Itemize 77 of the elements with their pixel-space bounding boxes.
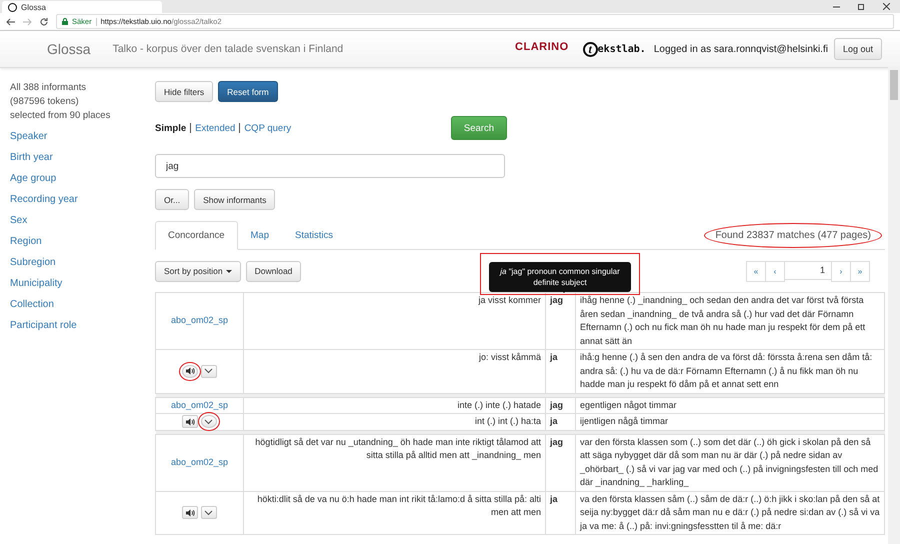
left-context: ja visst kommer bbox=[244, 292, 546, 350]
scrollbar-thumb[interactable] bbox=[890, 70, 898, 100]
speaker-icon bbox=[186, 508, 195, 517]
previous-page-button[interactable]: ‹ bbox=[765, 260, 785, 282]
sort-dropdown[interactable]: Sort by position bbox=[155, 260, 241, 282]
left-context: inte (.) inte (.) hatade bbox=[244, 397, 546, 414]
or-button[interactable]: Or... bbox=[155, 189, 190, 210]
reload-icon[interactable] bbox=[40, 18, 48, 26]
next-page-button[interactable]: › bbox=[831, 260, 851, 282]
right-context: va den första klassen såm (..) såm de dä:r (..) ö:h jikk i sko:lan på den så at seija ny:bygget dä:r då såm man nu e dä:r (.) på nedre si:dan av (.) så vi va ja va me: å (..) på: invi:gningsfesstten til å me: dä:r bbox=[576, 491, 884, 534]
search-button[interactable]: Search bbox=[450, 116, 507, 140]
right-context: ijentligen någå timmar bbox=[576, 414, 884, 430]
restore-icon[interactable] bbox=[858, 3, 865, 10]
expand-button[interactable] bbox=[200, 364, 217, 378]
download-button[interactable]: Download bbox=[246, 260, 302, 282]
expand-button[interactable] bbox=[200, 415, 217, 428]
page-number-field[interactable]: 1 bbox=[784, 260, 832, 280]
match-count: Found 23837 matches (477 pages) bbox=[704, 222, 882, 248]
filter-link[interactable]: Region bbox=[10, 231, 155, 252]
chevron-down-icon bbox=[204, 510, 214, 516]
filter-link[interactable]: Participant role bbox=[10, 315, 155, 336]
play-audio-button[interactable] bbox=[182, 506, 198, 520]
clarino-logo: CLARINO bbox=[515, 40, 569, 54]
play-audio-button[interactable] bbox=[182, 364, 198, 378]
show-informants-button[interactable]: Show informants bbox=[194, 189, 276, 210]
close-icon[interactable] bbox=[883, 3, 890, 10]
query-mode-link[interactable]: CQP query bbox=[244, 122, 292, 134]
filter-link[interactable]: Recording year bbox=[10, 189, 155, 210]
filter-link[interactable]: Collection bbox=[10, 294, 155, 315]
chevron-down-icon bbox=[204, 418, 214, 425]
play-audio-button[interactable] bbox=[182, 415, 198, 428]
speaker-icon bbox=[186, 367, 195, 376]
browser-tab-title[interactable]: Glossa bbox=[21, 2, 46, 12]
reset-form-button[interactable]: Reset form bbox=[218, 81, 278, 102]
keyword[interactable]: jag bbox=[546, 434, 576, 491]
recording-id-link[interactable]: abo_om02_sp bbox=[170, 315, 228, 326]
tekstlab-logo: t ekstlab. bbox=[582, 42, 646, 56]
keyword[interactable]: ja bbox=[546, 414, 576, 430]
query-mode-link[interactable]: Simple bbox=[155, 122, 186, 134]
first-page-button[interactable]: « bbox=[746, 260, 766, 282]
query-mode-link[interactable]: Extended bbox=[195, 122, 236, 134]
filter-link[interactable]: Age group bbox=[10, 168, 155, 189]
result-tab[interactable]: Statistics bbox=[282, 221, 346, 250]
right-context: egentligen något timmar bbox=[576, 397, 884, 414]
tooltip: ja "jag" pronoun common singular definite subject bbox=[489, 262, 631, 292]
left-context: jo: visst kåmmä bbox=[244, 350, 546, 393]
query-field[interactable]: jag bbox=[155, 154, 505, 178]
keyword[interactable]: ja bbox=[546, 491, 576, 534]
filter-link[interactable]: Speaker bbox=[10, 126, 155, 147]
last-page-button[interactable]: » bbox=[850, 260, 870, 282]
left-context: högtidligt så det var nu _utandning_ öh hade man inte riktigt tålamod att sitta stilla på alltid men att _inandning_ men bbox=[244, 434, 546, 491]
filter-link[interactable]: Sex bbox=[10, 210, 155, 231]
result-tab[interactable]: Map bbox=[238, 221, 282, 250]
left-context: int (.) int (.) ha:ta bbox=[244, 414, 546, 430]
chevron-down-icon bbox=[204, 368, 214, 374]
recording-id-link[interactable]: abo_om02_sp bbox=[170, 456, 228, 467]
expand-button[interactable] bbox=[200, 506, 217, 520]
speaker-icon bbox=[186, 418, 195, 426]
informant-summary: selected from 90 places bbox=[10, 109, 112, 123]
result-tab[interactable]: Concordance bbox=[155, 221, 238, 250]
right-context: ihå:g henne (.) å sen den andra de va först då: förssta å:rena sen dåm tå: andra så: (.) hu va de dä:r Förnamn Efternamn (.) å nu fikk man öh nu hadde man ju respekt fö dåm på et annat sett enn bbox=[576, 350, 884, 393]
keyword[interactable]: ja bbox=[546, 350, 576, 393]
informant-summary: (987596 tokens) bbox=[10, 95, 80, 109]
filter-link[interactable]: Municipality bbox=[10, 273, 155, 294]
lock-icon bbox=[62, 18, 68, 25]
informant-summary: All 388 informants bbox=[10, 81, 88, 95]
keyword[interactable]: jag bbox=[546, 397, 576, 414]
filter-link[interactable]: Subregion bbox=[10, 252, 155, 273]
back-arrow-icon[interactable] bbox=[6, 18, 15, 26]
brand-title[interactable]: Glossa bbox=[47, 41, 91, 57]
logged-in-text: Logged in as sara.ronnqvist@helsinki.fi bbox=[654, 44, 828, 54]
corpus-subtitle: Talko - korpus över den talade svenskan i Finland bbox=[112, 43, 344, 55]
left-context: hökti:dlit så de va nu ö:h hade man int rikit tå:lamo:d å sitta stilla på: alti men att men bbox=[244, 491, 546, 534]
filter-link[interactable]: Birth year bbox=[10, 147, 155, 168]
site-favicon bbox=[8, 2, 17, 12]
logout-button[interactable]: Log out bbox=[834, 38, 882, 60]
hide-filters-button[interactable]: Hide filters bbox=[155, 81, 214, 102]
